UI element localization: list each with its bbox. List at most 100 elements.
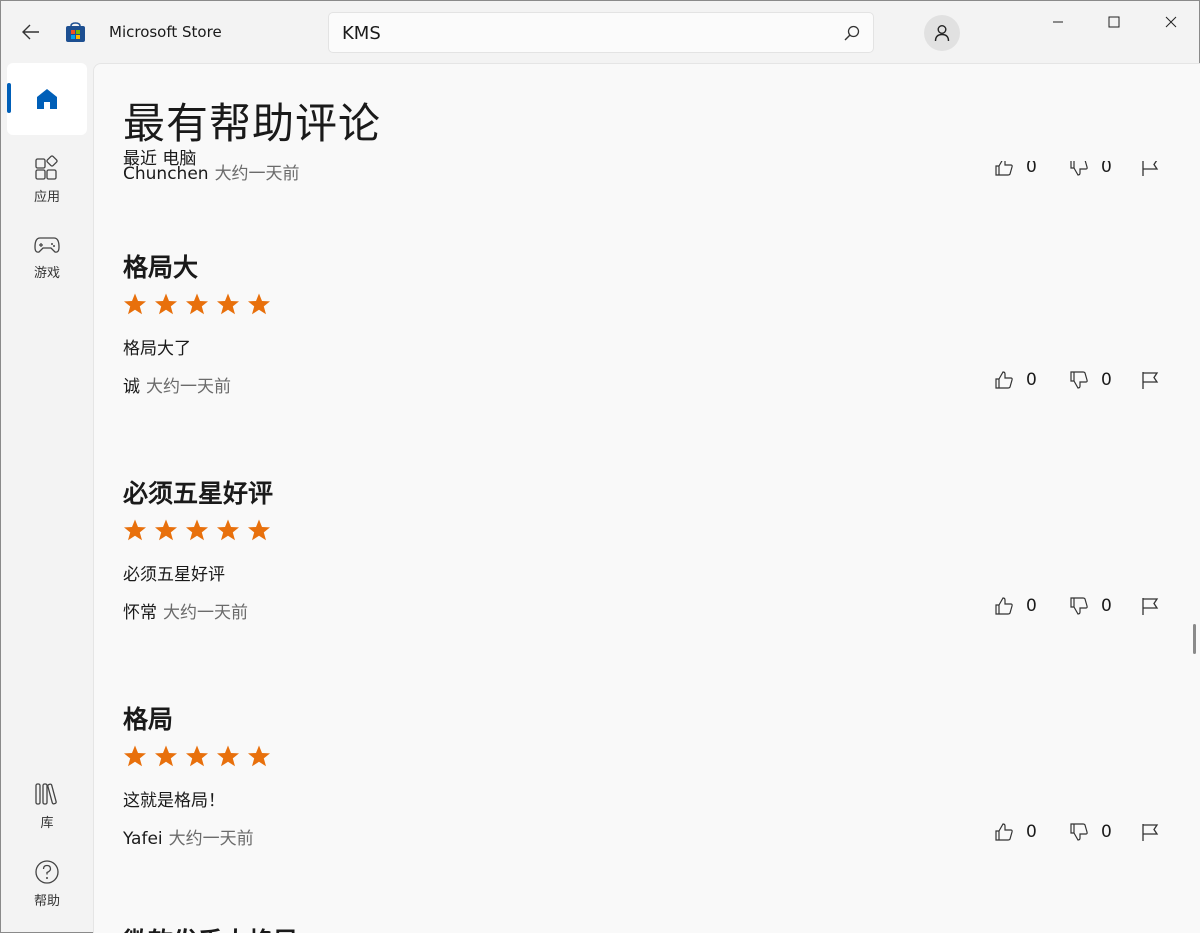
like-count: 0 xyxy=(1026,370,1037,390)
like-button[interactable]: 0 xyxy=(994,161,1037,177)
like-button[interactable]: 0 xyxy=(994,822,1037,842)
like-button[interactable]: 0 xyxy=(994,596,1037,616)
back-button[interactable] xyxy=(15,17,47,47)
review-title: 必须五星好评 xyxy=(123,479,274,508)
account-avatar[interactable] xyxy=(924,15,960,51)
help-icon xyxy=(35,860,59,884)
dislike-count: 0 xyxy=(1101,370,1112,390)
back-arrow-icon xyxy=(22,24,39,40)
store-logo-icon xyxy=(66,22,85,42)
search-input[interactable]: KMS xyxy=(328,12,874,53)
review-body: 这就是格局！ xyxy=(123,791,225,811)
review-author: 怀常 xyxy=(123,603,157,623)
thumbs-up-icon xyxy=(995,597,1013,615)
review-actions: 0 0 xyxy=(994,596,1174,622)
nav-apps[interactable]: 应用 xyxy=(7,155,87,205)
like-count: 0 xyxy=(1026,161,1037,177)
review-actions: 0 0 xyxy=(994,822,1174,848)
review-item: 格局大 格局大了 诚大约一天前 0 0 xyxy=(123,248,1173,397)
side-navigation: 应用 游戏 库 帮助 xyxy=(1,63,93,933)
star-icon xyxy=(248,745,270,767)
review-date: 大约一天前 xyxy=(168,829,254,849)
app-title: Microsoft Store xyxy=(109,23,222,41)
dislike-button[interactable]: 0 xyxy=(1069,370,1112,390)
maximize-button[interactable] xyxy=(1091,1,1137,43)
thumbs-up-icon xyxy=(995,823,1013,841)
review-body: 必须五星好评 xyxy=(123,565,225,585)
review-title: 格局 xyxy=(123,705,174,734)
report-button[interactable] xyxy=(1140,161,1160,177)
review-actions: 0 0 xyxy=(994,370,1174,396)
like-button[interactable]: 0 xyxy=(994,370,1037,390)
store-window: Microsoft Store KMS 应用 游戏 库 帮助 Chunchen … xyxy=(0,0,1200,933)
filter-label[interactable]: 最近 电脑 xyxy=(123,144,196,169)
home-icon xyxy=(37,89,57,109)
star-icon xyxy=(124,293,146,315)
review-date: 大约一天前 xyxy=(163,603,248,623)
dislike-count: 0 xyxy=(1101,822,1112,842)
nav-home[interactable] xyxy=(7,63,87,135)
dislike-button[interactable]: 0 xyxy=(1069,596,1112,616)
report-button[interactable] xyxy=(1140,596,1160,616)
page-title: 最有帮助评论 xyxy=(123,99,382,148)
close-icon xyxy=(1165,16,1177,28)
like-count: 0 xyxy=(1026,596,1037,616)
nav-library-label: 库 xyxy=(40,816,54,831)
star-icon xyxy=(186,519,208,541)
thumbs-down-icon xyxy=(1070,823,1088,841)
report-button[interactable] xyxy=(1140,370,1160,390)
close-button[interactable] xyxy=(1148,1,1194,43)
review-item: 必须五星好评 必须五星好评 怀常 大约一天前 0 0 xyxy=(123,474,1173,623)
review-title: 微软发手大格局 xyxy=(123,922,298,933)
nav-help-label: 帮助 xyxy=(33,894,60,909)
review-author: 诚 xyxy=(123,377,140,397)
thumbs-down-icon xyxy=(1070,597,1088,615)
nav-games-label: 游戏 xyxy=(33,266,60,281)
star-icon xyxy=(217,293,239,315)
selected-indicator xyxy=(7,83,11,113)
star-rating xyxy=(123,518,271,542)
report-button[interactable] xyxy=(1140,822,1160,842)
star-icon xyxy=(248,293,270,315)
review-item: 格局 这就是格局！ Yafei 大约一天前 0 0 xyxy=(123,700,1173,849)
dislike-count: 0 xyxy=(1101,161,1112,177)
flag-icon xyxy=(1142,824,1159,841)
title-bar: Microsoft Store KMS xyxy=(1,1,1200,63)
minimize-button[interactable] xyxy=(1035,1,1081,43)
library-icon xyxy=(35,783,57,805)
dislike-button[interactable]: 0 xyxy=(1069,822,1112,842)
thumbs-down-icon xyxy=(1070,161,1088,176)
gamepad-icon xyxy=(34,237,60,253)
reviews-pane: Chunchen 大约一天前 0 0 最有帮助评论 最近 电脑 格局大 格局大了… xyxy=(93,63,1200,933)
scrollbar-thumb[interactable] xyxy=(1193,624,1196,654)
review-body: 格局大了 xyxy=(123,339,191,359)
search-icon[interactable] xyxy=(843,24,861,42)
review-date: 大约一天前 xyxy=(214,164,300,181)
thumbs-down-icon xyxy=(1070,371,1088,389)
star-icon xyxy=(248,519,270,541)
maximize-icon xyxy=(1108,16,1120,28)
nav-games[interactable]: 游戏 xyxy=(7,233,87,281)
star-icon xyxy=(186,293,208,315)
review-date: 大约一天前 xyxy=(146,377,231,397)
dislike-button[interactable]: 0 xyxy=(1069,161,1112,177)
person-icon xyxy=(934,25,950,42)
star-icon xyxy=(217,519,239,541)
review-author: Yafei xyxy=(123,829,163,849)
thumbs-up-icon xyxy=(995,371,1013,389)
flag-icon xyxy=(1142,372,1159,389)
star-icon xyxy=(217,745,239,767)
nav-help[interactable]: 帮助 xyxy=(7,859,87,909)
nav-library[interactable]: 库 xyxy=(7,781,87,831)
star-icon xyxy=(124,519,146,541)
star-icon xyxy=(155,293,177,315)
star-rating xyxy=(123,744,271,768)
like-count: 0 xyxy=(1026,822,1037,842)
star-icon xyxy=(124,745,146,767)
star-icon xyxy=(155,519,177,541)
search-query: KMS xyxy=(342,23,381,44)
review-meta: 诚大约一天前 xyxy=(123,372,231,397)
review-meta: Yafei 大约一天前 xyxy=(123,824,254,849)
apps-icon xyxy=(35,155,58,180)
dislike-count: 0 xyxy=(1101,596,1112,616)
